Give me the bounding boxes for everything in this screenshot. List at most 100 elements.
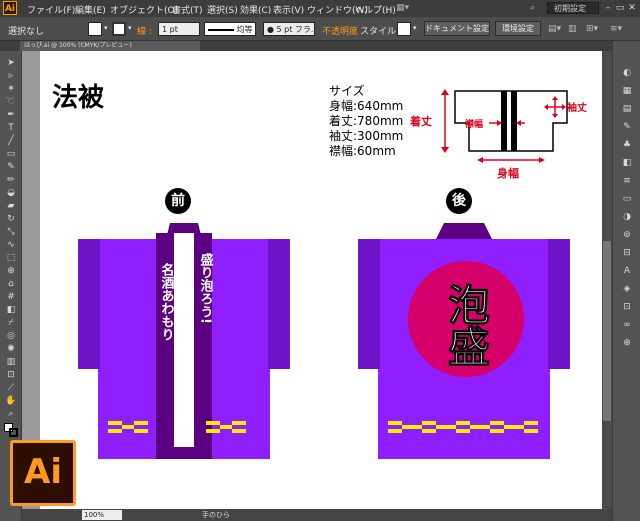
transform-icon[interactable]: ⊞▾ bbox=[586, 24, 598, 34]
brush-dropdown[interactable]: ● 5 pt フラ... bbox=[263, 22, 315, 36]
vertical-scrollbar[interactable] bbox=[602, 51, 612, 509]
style-dropdown-icon[interactable]: ▾ bbox=[413, 24, 417, 32]
layers-panel-icon[interactable]: ◈ bbox=[620, 283, 634, 296]
perspective-tool-icon[interactable]: ⌂ bbox=[4, 278, 18, 290]
color-panel-icon[interactable]: ◐ bbox=[620, 67, 634, 80]
front-label-badge: 前 bbox=[165, 188, 191, 214]
stroke-color-icon[interactable] bbox=[9, 428, 18, 437]
align-icon[interactable]: ▥ bbox=[568, 24, 577, 34]
stroke-profile-dropdown[interactable]: 均等 bbox=[204, 22, 256, 36]
artboard-tool-icon[interactable]: ⊡ bbox=[4, 369, 18, 381]
graphic-style-swatch[interactable] bbox=[397, 22, 411, 36]
selection-tool-icon[interactable]: ➤ bbox=[4, 57, 18, 69]
front-collar-text: 盛り泡ろう! bbox=[198, 252, 214, 323]
rectangle-tool-icon[interactable]: ▭ bbox=[4, 148, 18, 160]
panel-dock: ◐ ▦ ▤ ✎ ♣ ◧ ≡ ▭ ◑ ⊚ ⊟ A ◈ ⊡ ∞ ⊕ bbox=[612, 41, 640, 521]
menu-file[interactable]: ファイル(F) bbox=[27, 3, 75, 16]
transparency-panel-icon[interactable]: ◑ bbox=[620, 211, 634, 224]
pen-tool-icon[interactable]: ✒ bbox=[4, 109, 18, 121]
scrollbar-thumb[interactable] bbox=[603, 241, 611, 421]
stroke-weight-field[interactable]: 1 pt bbox=[158, 22, 200, 36]
status-bar: 100% 手のひら bbox=[22, 509, 612, 521]
document-tab[interactable]: はっぴ.ai @ 100% (CMYK/プレビュー) bbox=[20, 41, 200, 51]
artboards-panel-icon[interactable]: ⊡ bbox=[620, 301, 634, 314]
free-transform-tool-icon[interactable]: ⬚ bbox=[4, 252, 18, 264]
brushes-panel-icon[interactable]: ✎ bbox=[620, 121, 634, 134]
gradient-tool-icon[interactable]: ◧ bbox=[4, 304, 18, 316]
magic-wand-tool-icon[interactable]: ✶ bbox=[4, 83, 18, 95]
slice-tool-icon[interactable]: ⟋ bbox=[4, 382, 18, 394]
back-happi-illustration[interactable]: 泡盛 bbox=[358, 223, 570, 459]
symbol-sprayer-tool-icon[interactable]: ✺ bbox=[4, 343, 18, 355]
lasso-tool-icon[interactable]: ➰ bbox=[4, 96, 18, 108]
fill-swatch[interactable] bbox=[88, 22, 102, 36]
line-tool-icon[interactable]: ╱ bbox=[4, 135, 18, 147]
menu-effect[interactable]: 効果(C) bbox=[240, 3, 271, 16]
zoom-tool-icon[interactable]: ⌕ bbox=[4, 408, 18, 420]
spec-sleeve: 袖丈:300mm bbox=[329, 129, 404, 143]
graph-tool-icon[interactable]: ▥ bbox=[4, 356, 18, 368]
type-tool-icon[interactable]: T bbox=[4, 122, 18, 134]
panel-menu-icon[interactable]: ≡▾ bbox=[610, 24, 622, 34]
pathfinder-panel-icon[interactable]: ⊕ bbox=[620, 337, 634, 350]
direct-selection-tool-icon[interactable]: ▹ bbox=[4, 70, 18, 82]
paintbrush-tool-icon[interactable]: ✎ bbox=[4, 161, 18, 173]
shape-builder-tool-icon[interactable]: ⊕ bbox=[4, 265, 18, 277]
menu-edit[interactable]: 編集(E) bbox=[75, 3, 106, 16]
symbols-panel-icon[interactable]: ♣ bbox=[620, 139, 634, 152]
spec-width: 身幅:640mm bbox=[329, 99, 404, 113]
maximize-icon[interactable]: ▭ bbox=[614, 2, 626, 14]
menu-help[interactable]: ヘルプ(H) bbox=[355, 3, 396, 16]
scale-tool-icon[interactable]: ⤡ bbox=[4, 226, 18, 238]
menu-select[interactable]: 選択(S) bbox=[207, 3, 238, 16]
spec-heading: サイズ bbox=[329, 84, 365, 98]
align-panel-icon[interactable]: ⊟ bbox=[620, 247, 634, 260]
close-icon[interactable]: ✕ bbox=[626, 2, 638, 14]
stroke-label[interactable]: 線 : bbox=[137, 24, 152, 37]
fill-dropdown-icon[interactable]: ▾ bbox=[104, 24, 108, 32]
color-guide-icon[interactable]: ▦ bbox=[620, 85, 634, 98]
front-happi-illustration[interactable]: 盛り泡ろう! 名酒あわもり bbox=[78, 223, 290, 459]
swatches-panel-icon[interactable]: ▤ bbox=[620, 103, 634, 116]
character-panel-icon[interactable]: A bbox=[620, 265, 634, 278]
app-logo: Ai bbox=[3, 1, 17, 15]
blend-tool-icon[interactable]: ◎ bbox=[4, 330, 18, 342]
style-label: スタイル : bbox=[360, 27, 402, 37]
artboard[interactable]: 法被 サイズ 身幅:640mm 着丈:780mm 袖丈:300mm 襟幅:60m… bbox=[40, 51, 602, 509]
bridge-icon[interactable]: ▦▾ bbox=[396, 3, 409, 13]
eraser-tool-icon[interactable]: ▰ bbox=[4, 200, 18, 212]
pencil-tool-icon[interactable]: ✏ bbox=[4, 174, 18, 186]
eyedropper-tool-icon[interactable]: ⌿ bbox=[4, 317, 18, 329]
menu-type[interactable]: 書式(T) bbox=[172, 3, 203, 16]
preferences-button[interactable]: 環境設定 bbox=[495, 21, 541, 36]
opacity-label[interactable]: 不透明度 bbox=[322, 24, 358, 37]
stroke-swatch[interactable] bbox=[112, 22, 126, 36]
menu-view[interactable]: 表示(V) bbox=[273, 3, 304, 16]
blob-brush-tool-icon[interactable]: ◒ bbox=[4, 187, 18, 199]
workspace-switcher[interactable]: 初期設定 bbox=[547, 2, 599, 14]
mesh-tool-icon[interactable]: # bbox=[4, 291, 18, 303]
current-tool-status: 手のひら bbox=[202, 511, 230, 519]
measurement-diagram: 着丈 襟幅 袖丈 身幅 bbox=[409, 89, 587, 180]
stroke-panel-icon[interactable]: ≡ bbox=[620, 175, 634, 188]
search-icon[interactable]: ⌕ bbox=[530, 3, 535, 13]
arrange-icon[interactable]: ▤▾ bbox=[548, 24, 561, 34]
zoom-field[interactable]: 100% bbox=[82, 510, 122, 520]
minimize-icon[interactable]: – bbox=[602, 2, 614, 14]
menu-object[interactable]: オブジェクト(O) bbox=[110, 3, 178, 16]
stroke-dropdown-icon[interactable]: ▾ bbox=[128, 24, 132, 32]
menu-bar: Ai ファイル(F) 編集(E) オブジェクト(O) 書式(T) 選択(S) 効… bbox=[0, 0, 640, 17]
diagram-sleeve-label: 袖丈 bbox=[566, 101, 587, 114]
hand-tool-icon[interactable]: ✋ bbox=[4, 395, 18, 407]
brush-label: 5 pt フラ... bbox=[276, 25, 315, 34]
warp-tool-icon[interactable]: ∿ bbox=[4, 239, 18, 251]
document-settings-button[interactable]: ドキュメント設定 bbox=[424, 21, 490, 36]
gradient-panel-icon[interactable]: ▭ bbox=[620, 193, 634, 206]
back-label-badge: 後 bbox=[446, 188, 472, 214]
links-panel-icon[interactable]: ∞ bbox=[620, 319, 634, 332]
appearance-panel-icon[interactable]: ⊚ bbox=[620, 229, 634, 242]
graphic-styles-panel-icon[interactable]: ◧ bbox=[620, 157, 634, 170]
spec-collar: 襟幅:60mm bbox=[329, 144, 396, 158]
document-tab-strip: はっぴ.ai @ 100% (CMYK/プレビュー) bbox=[0, 41, 612, 51]
rotate-tool-icon[interactable]: ↻ bbox=[4, 213, 18, 225]
